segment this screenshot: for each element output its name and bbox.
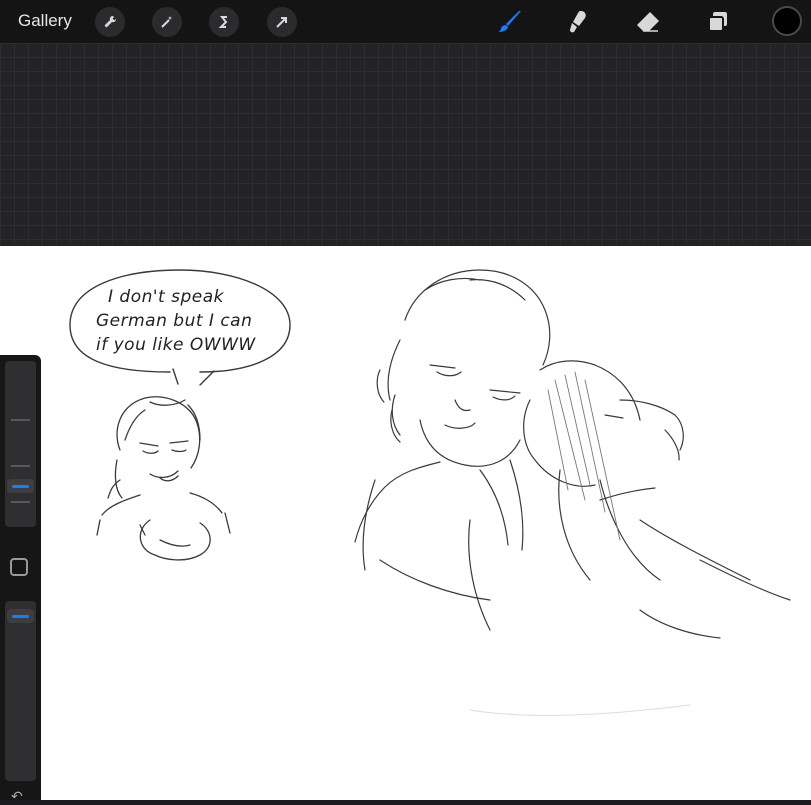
size-tick — [11, 419, 30, 421]
top-toolbar: Gallery — [0, 0, 811, 43]
bubble-line-1: I don't speak — [108, 287, 224, 307]
drawing-canvas[interactable]: I don't speak German but I can if you li… — [0, 246, 811, 800]
workspace-background — [0, 43, 811, 246]
bubble-line-3: if you like OWWW — [96, 335, 256, 355]
opacity-handle[interactable] — [7, 609, 34, 623]
brush-icon[interactable] — [494, 6, 526, 38]
gallery-button[interactable]: Gallery — [18, 11, 72, 31]
eraser-icon[interactable] — [632, 6, 664, 38]
selection-icon[interactable] — [209, 7, 239, 37]
size-tick — [11, 501, 30, 503]
undo-icon[interactable]: ↶ — [11, 788, 23, 805]
brush-size-slider[interactable] — [5, 361, 36, 527]
brush-size-handle[interactable] — [7, 479, 34, 493]
color-picker[interactable] — [772, 6, 802, 36]
left-sidebar: ↶ — [0, 355, 41, 804]
layers-icon[interactable] — [702, 6, 734, 38]
size-tick — [11, 465, 30, 467]
magic-wand-icon[interactable] — [152, 7, 182, 37]
opacity-slider[interactable] — [5, 601, 36, 781]
speech-bubble-text: I don't speak German but I can if you li… — [96, 285, 296, 357]
main-characters-sketch — [354, 269, 791, 639]
smudge-icon[interactable] — [561, 6, 593, 38]
small-character-sketch — [96, 396, 231, 561]
wrench-icon[interactable] — [95, 7, 125, 37]
modify-square-icon[interactable] — [10, 558, 28, 576]
transform-arrow-icon[interactable] — [267, 7, 297, 37]
bubble-line-2: German but I can — [96, 311, 253, 331]
